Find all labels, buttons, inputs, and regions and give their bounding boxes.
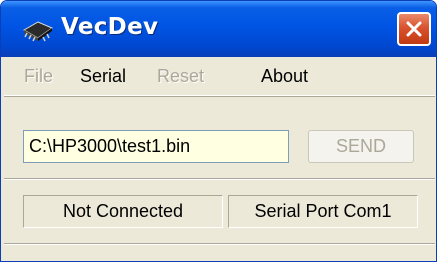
menu-file[interactable]: File xyxy=(24,66,53,86)
chip-icon xyxy=(21,17,55,43)
menu-serial[interactable]: Serial xyxy=(80,66,126,86)
serial-port-status: Serial Port Com1 xyxy=(228,195,418,228)
status-bar xyxy=(4,243,435,261)
file-path-input[interactable]: C:\HP3000\test1.bin xyxy=(23,130,289,163)
menu-about[interactable]: About xyxy=(261,66,308,86)
connection-status: Not Connected xyxy=(23,195,223,228)
app-window: VecDev File Serial Reset About C:\HP3000… xyxy=(0,0,437,262)
menu-bar: File Serial Reset About xyxy=(4,57,435,96)
window-title: VecDev xyxy=(61,14,159,40)
divider xyxy=(4,178,435,180)
send-button[interactable]: SEND xyxy=(308,130,414,163)
menu-reset[interactable]: Reset xyxy=(157,66,204,86)
client-area: File Serial Reset About C:\HP3000\test1.… xyxy=(4,57,435,260)
close-button[interactable] xyxy=(397,12,431,46)
title-bar[interactable]: VecDev xyxy=(1,1,436,57)
